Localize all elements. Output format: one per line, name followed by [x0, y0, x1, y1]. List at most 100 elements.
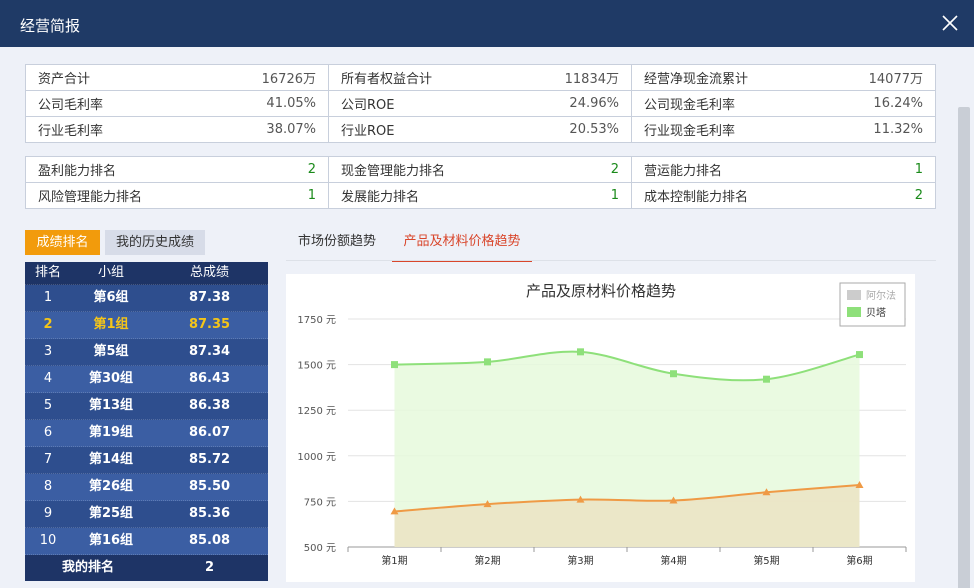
ranking-group: 第6组 — [93, 290, 129, 305]
table-row: 5 第13组 86.38 — [25, 393, 268, 420]
table-row: 3 第5组 87.34 — [25, 339, 268, 366]
summary-row: 公司毛利率 41.05% 公司ROE 24.96% 公司现金毛利率 16.24% — [25, 90, 936, 117]
table-row: 4 第30组 86.43 — [25, 366, 268, 393]
modal-titlebar: 经营简报 — [0, 0, 974, 47]
modal-content: 资产合计 16726万 所有者权益合计 11834万 经营净现金流累计 14077万 公司毛… — [0, 47, 974, 588]
summary-label: 公司ROE — [341, 98, 395, 113]
ability-value: 2 — [307, 162, 316, 177]
summary-cell: 行业现金毛利率 11.32% — [631, 116, 936, 143]
summary-value: 16726万 — [261, 72, 316, 87]
modal-title: 经营简报 — [20, 17, 81, 35]
ranking-score: 87.35 — [188, 317, 231, 332]
ranking-score: 85.08 — [188, 533, 231, 548]
ranking-group: 第14组 — [88, 452, 134, 467]
ranking-group: 第1组 — [93, 317, 129, 332]
header-score: 总成绩 — [189, 265, 229, 280]
ranking-rank: 6 — [43, 425, 53, 440]
ranking-rank: 2 — [43, 317, 53, 332]
summary-cell: 公司毛利率 41.05% — [25, 90, 329, 117]
ability-value: 2 — [610, 162, 619, 177]
table-row: 1 第6组 87.38 — [25, 285, 268, 312]
x-tick-label: 第2期 — [474, 554, 500, 567]
chart-svg: 产品及原材料价格趋势 500 元 750 元 1000 元 1250 元 1500 元 17… — [297, 282, 907, 567]
ability-cell: 风险管理能力排名 1 — [25, 182, 329, 209]
summary-label: 行业毛利率 — [38, 124, 104, 139]
business-report-modal: 经营简报 资产合计 16726万 所有者权益合计 11834万 经营净现金流累计 1407… — [0, 0, 974, 588]
ranking-score: 86.43 — [188, 371, 231, 386]
summary-value: 41.05% — [266, 96, 316, 111]
ability-value: 1 — [610, 188, 619, 203]
ability-label: 营运能力排名 — [644, 164, 723, 179]
header-group: 小组 — [97, 265, 124, 280]
ability-label: 盈利能力排名 — [38, 164, 117, 179]
summary-value: 16.24% — [873, 96, 923, 111]
header-rank: 排名 — [34, 265, 61, 280]
y-tick-label: 1500 元 — [297, 361, 336, 372]
y-tick-label: 500 元 — [304, 543, 336, 554]
ranking-group: 第13组 — [88, 398, 134, 413]
ranking-group: 第5组 — [93, 344, 129, 359]
ranking-rank: 3 — [43, 344, 53, 359]
summary-cell: 行业毛利率 38.07% — [25, 116, 329, 143]
x-tick-label: 第4期 — [660, 554, 686, 567]
legend-label: 阿尔法 — [866, 289, 896, 302]
ranking-header-row: 排名 小组 总成绩 — [25, 262, 268, 285]
summary-cell: 所有者权益合计 11834万 — [328, 64, 632, 91]
x-tick-label: 第6期 — [846, 554, 872, 567]
tab-ranking[interactable]: 成绩排名 — [25, 230, 100, 255]
y-tick-label: 750 元 — [304, 497, 336, 508]
tab-price-trend[interactable]: 产品及材料价格趋势 — [392, 230, 532, 262]
ranking-rank: 5 — [43, 398, 53, 413]
ranking-group: 第16组 — [88, 533, 134, 548]
summary-label: 所有者权益合计 — [341, 72, 433, 87]
my-rank-row: 我的排名 2 — [25, 555, 268, 581]
summary-label: 公司现金毛利率 — [644, 98, 736, 113]
ranking-score: 86.07 — [188, 425, 231, 440]
ranking-score: 85.50 — [188, 479, 231, 494]
scrollbar[interactable] — [958, 107, 970, 588]
ability-cell: 发展能力排名 1 — [328, 182, 632, 209]
ability-value: 2 — [914, 188, 923, 203]
ranking-rank: 7 — [43, 452, 53, 467]
ranking-rank: 8 — [43, 479, 53, 494]
data-point — [391, 361, 398, 369]
tab-divider — [286, 260, 936, 261]
ranking-rank: 1 — [43, 290, 53, 305]
ranking-group: 第25组 — [88, 506, 134, 521]
ability-cell: 成本控制能力排名 2 — [631, 182, 936, 209]
ranking-table: 排名 小组 总成绩 1 第6组 87.38 2 第1组 87.35 3 第5组 87.34 4 第3… — [25, 262, 268, 581]
chart-title: 产品及原材料价格趋势 — [526, 282, 676, 300]
close-icon[interactable] — [940, 13, 960, 33]
ranking-score: 87.34 — [188, 344, 231, 359]
my-rank-value: 2 — [204, 560, 215, 575]
ranking-score: 85.36 — [188, 506, 231, 521]
summary-value: 38.07% — [266, 122, 316, 137]
summary-value: 24.96% — [569, 96, 619, 111]
ranking-group: 第19组 — [88, 425, 134, 440]
summary-value: 20.53% — [569, 122, 619, 137]
data-point — [670, 370, 677, 378]
summary-label: 行业现金毛利率 — [644, 124, 736, 139]
table-row: 10 第16组 85.08 — [25, 528, 268, 555]
ability-label: 风险管理能力排名 — [38, 190, 143, 205]
table-row: 2 第1组 87.35 — [25, 312, 268, 339]
y-tick-label: 1750 元 — [297, 315, 336, 326]
ability-label: 现金管理能力排名 — [341, 164, 446, 179]
tab-market-share[interactable]: 市场份额趋势 — [298, 230, 376, 260]
ranking-score: 85.72 — [188, 452, 231, 467]
ranking-group: 第30组 — [88, 371, 134, 386]
ranking-group: 第26组 — [88, 479, 134, 494]
tab-history[interactable]: 我的历史成绩 — [105, 230, 205, 255]
x-tick-label: 第3期 — [567, 554, 593, 567]
ranking-rank: 10 — [39, 533, 57, 548]
summary-label: 公司毛利率 — [38, 98, 104, 113]
my-rank-label: 我的排名 — [61, 560, 114, 575]
ability-ranking-table: 盈利能力排名 2 现金管理能力排名 2 营运能力排名 1 风险管理能力排名 1 发展能力排名 1 成… — [25, 156, 936, 209]
summary-cell: 行业ROE 20.53% — [328, 116, 632, 143]
summary-value: 11.32% — [873, 122, 923, 137]
data-point — [577, 348, 584, 356]
data-point — [763, 375, 770, 383]
y-tick-label: 1000 元 — [297, 452, 336, 463]
ability-row: 盈利能力排名 2 现金管理能力排名 2 营运能力排名 1 — [25, 156, 936, 183]
financial-summary-table: 资产合计 16726万 所有者权益合计 11834万 经营净现金流累计 14077万 公司毛… — [25, 64, 936, 143]
